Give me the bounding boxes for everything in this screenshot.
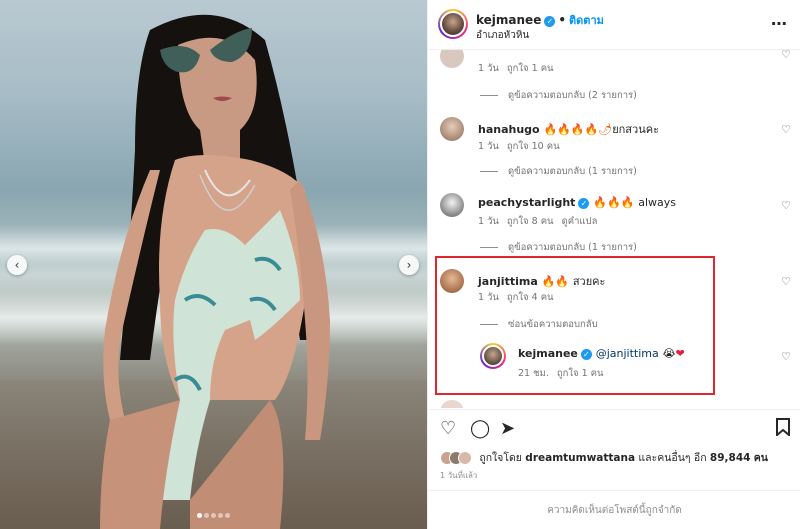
carousel-dot[interactable]	[197, 513, 202, 518]
comment-likes[interactable]: ถูกใจ 1 คน	[507, 63, 554, 74]
carousel-dot[interactable]	[218, 513, 223, 518]
translate-link[interactable]: ดูคำแปล	[562, 216, 598, 227]
post-actions-bar: ♡ ◯ ➤	[428, 409, 800, 449]
previous-slide-button[interactable]: ‹	[7, 255, 27, 275]
comment-body: hanahugo 🔥🔥🔥🔥🌶ยกสวนคะ	[478, 120, 659, 138]
verified-badge-icon: ✓	[544, 16, 556, 27]
comment-like-heart-icon[interactable]: ♡	[781, 123, 791, 136]
comment-text: ยกสวนคะ	[612, 123, 659, 136]
comment-likes[interactable]: ถูกใจ 10 คน	[507, 141, 560, 152]
more-horizontal-icon[interactable]: ⋯	[771, 14, 788, 33]
comment-username[interactable]: peachystarlight	[478, 196, 575, 209]
carousel-dots	[0, 507, 427, 521]
comment-username[interactable]: hanahugo	[478, 123, 540, 136]
verified-badge-icon: ✓	[578, 198, 590, 209]
comment-likes[interactable]: ถูกใจ 8 คน	[507, 216, 554, 227]
carousel-dot[interactable]	[204, 513, 209, 518]
likes-summary: ถูกใจโดย dreamtumwattana และคนอื่นๆ อีก …	[440, 449, 768, 466]
comment-meta: 1 วัน ถูกใจ 10 คน	[478, 139, 568, 154]
likes-suffix: คน	[753, 452, 768, 464]
comment-avatar[interactable]	[440, 400, 464, 408]
follow-button[interactable]: ติดตาม	[569, 14, 604, 27]
bookmark-icon[interactable]	[775, 418, 791, 441]
comment-like-heart-icon[interactable]: ♡	[781, 199, 791, 212]
comment-meta: 1 วัน ถูกใจ 8 คน ดูคำแปล	[478, 214, 605, 229]
likes-user[interactable]: dreamtumwattana	[525, 452, 635, 464]
carousel-dot[interactable]	[211, 513, 216, 518]
view-replies-button[interactable]: ดูข้อความตอบกลับ (1 รายการ)	[480, 164, 637, 179]
highlight-box	[435, 256, 715, 395]
liker-avatar[interactable]	[458, 451, 472, 465]
comment-icon[interactable]: ◯	[470, 418, 490, 439]
post-header: kejmanee ✓ • ติดตาม อำเภอหัวหิน ⋯	[428, 0, 800, 50]
view-replies-button[interactable]: ดูข้อความตอบกลับ (1 รายการ)	[480, 240, 637, 255]
comment-emoji: 🔥🔥🔥	[593, 196, 635, 209]
comments-limited-notice: ความคิดเห็นต่อโพสต์นี้ถูกจำกัด	[428, 490, 800, 529]
post-side-panel: kejmanee ✓ • ติดตาม อำเภอหัวหิน ⋯ 1 วัน ถูกใ…	[427, 0, 800, 529]
likes-prefix: ถูกใจโดย	[479, 452, 522, 464]
comment-avatar[interactable]	[440, 50, 464, 68]
comment-like-heart-icon[interactable]: ♡	[781, 275, 791, 288]
woman-figure	[100, 14, 330, 529]
reply-like-heart-icon[interactable]: ♡	[781, 350, 791, 363]
author-name-row: kejmanee ✓ • ติดตาม	[476, 11, 604, 29]
author-avatar[interactable]	[438, 9, 468, 39]
view-replies-button[interactable]: ดูข้อความตอบกลับ (2 รายการ)	[480, 88, 637, 103]
post-location[interactable]: อำเภอหัวหิน	[476, 28, 529, 43]
post-photo: ‹ ›	[0, 0, 427, 529]
comment-time[interactable]: 1 วัน	[478, 216, 499, 227]
carousel-dot[interactable]	[225, 513, 230, 518]
comment-avatar[interactable]	[440, 193, 464, 217]
next-slide-button[interactable]: ›	[399, 255, 419, 275]
comment-emoji: 🔥🔥🔥🔥🌶	[543, 123, 613, 136]
likes-count[interactable]: 89,844	[710, 452, 751, 464]
likes-middle: และคนอื่นๆ อีก	[638, 452, 707, 464]
comments-list: 1 วัน ถูกใจ 1 คน ♡ ดูข้อความตอบกลับ (2 รา…	[428, 50, 800, 408]
comment-meta: 1 วัน ถูกใจ 1 คน	[478, 61, 562, 76]
comment-body: peachystarlight ✓ 🔥🔥🔥 always	[478, 196, 676, 209]
comment-time[interactable]: 1 วัน	[478, 63, 499, 74]
heart-icon[interactable]: ♡	[440, 418, 456, 439]
comment-time[interactable]: 1 วัน	[478, 141, 499, 152]
comment-avatar[interactable]	[440, 117, 464, 141]
send-icon[interactable]: ➤	[500, 418, 515, 439]
separator: •	[558, 13, 567, 27]
comment-text: always	[638, 196, 676, 209]
comment-like-heart-icon[interactable]: ♡	[781, 50, 791, 61]
author-username[interactable]: kejmanee	[476, 13, 541, 27]
post-time[interactable]: 1 วันที่แล้ว	[440, 469, 477, 482]
